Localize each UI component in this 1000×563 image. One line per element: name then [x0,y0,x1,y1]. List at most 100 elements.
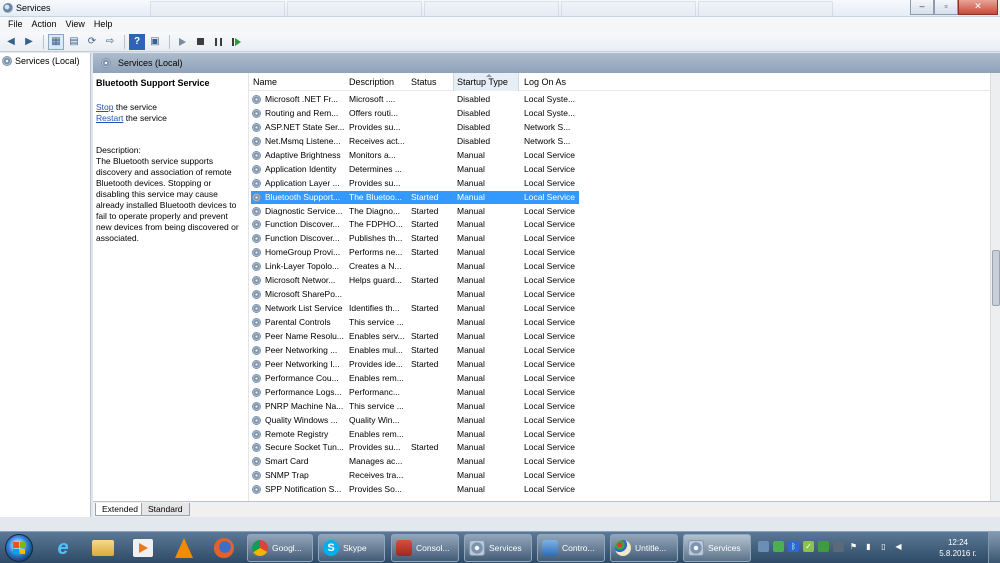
menu-help[interactable]: Help [90,17,118,32]
table-row[interactable]: Function Discover... The FDPHO... Started M… [249,218,991,232]
show-hide-console-tree-icon[interactable]: ▦ [48,33,64,50]
menu-view[interactable]: View [62,17,90,32]
stop-service-link[interactable]: Stop [96,102,114,112]
task-console[interactable]: Consol... [391,534,459,562]
table-row[interactable]: Quality Windows ... Quality Win... Manual L… [249,414,991,428]
export-list-icon[interactable]: ⇨ [102,34,118,50]
table-row[interactable]: Microsoft Networ... Helps guard... Started… [249,274,991,288]
table-row[interactable]: Microsoft SharePo... Manual Local Service [249,288,991,302]
task-skype[interactable]: S Skype [318,534,385,562]
shield-tray-icon[interactable] [818,541,829,552]
maximize-button[interactable]: ▫ [934,0,958,15]
cell-description: This service ... [349,400,404,411]
table-row[interactable]: SPP Notification S... Provides So... Manua… [249,483,991,497]
table-row[interactable]: Bluetooth Support... The Bluetoo... Starte… [249,190,991,205]
table-row[interactable]: Application Layer ... Provides su... Manua… [249,177,991,191]
task-control-panel[interactable]: Contro... [537,534,605,562]
cell-log-on-as: Local Service [524,330,576,341]
menu-file[interactable]: File [4,17,28,32]
table-row[interactable]: Function Discover... Publishes th... Start… [249,232,991,246]
file-explorer-icon[interactable] [86,535,120,561]
close-button[interactable]: ✕ [958,0,998,15]
network-tray-icon[interactable] [758,541,769,552]
scrollbar-thumb[interactable] [992,250,1000,306]
cell-startup-type: Disabled [457,121,491,132]
clock[interactable]: 12:24 5.8.2016 г. [938,537,978,559]
cell-description: Enables mul... [349,344,403,355]
help-icon[interactable]: ? [129,33,145,50]
cell-log-on-as: Local Service [524,191,576,202]
flag-tray-icon[interactable]: ⚑ [848,541,859,552]
monitor-tray-icon[interactable] [833,541,844,552]
vlc-icon[interactable] [167,535,201,561]
table-row[interactable]: Parental Controls This service ... Manual L… [249,316,991,330]
restart-service-button[interactable] [228,34,244,50]
cell-log-on-as: Network S... [524,135,571,146]
table-row[interactable]: Performance Logs... Performanc... Manual Lo… [249,386,991,400]
battery-tray-icon[interactable]: ▯ [878,541,889,552]
back-arrow-icon[interactable]: ◀ [3,34,19,50]
table-row[interactable]: PNRP Machine Na... This service ... Manual… [249,400,991,414]
task-chrome[interactable]: Googl... [247,534,313,562]
table-row[interactable]: Secure Socket Tun... Provides su... Starte… [249,441,991,455]
table-row[interactable]: Performance Cou... Enables rem... Manual Lo… [249,372,991,386]
firefox-icon[interactable] [207,535,241,561]
task-services[interactable]: Services [464,534,532,562]
restart-service-link[interactable]: Restart [96,113,123,123]
action-pane-icon[interactable]: ▣ [147,34,163,50]
table-row[interactable]: Application Identity Determines ... Manual… [249,163,991,177]
start-button[interactable] [5,534,33,562]
table-row[interactable]: Network List Service Identifies th... Star… [249,302,991,316]
tree-item-services-local[interactable]: Services (Local) [2,56,80,66]
pause-service-button[interactable] [210,34,226,50]
clock-date: 5.8.2016 г. [939,549,977,558]
signal-tray-icon[interactable]: ▮ [863,541,874,552]
table-row[interactable]: Smart Card Manages ac... Manual Local Servi… [249,455,991,469]
task-label: Consol... [416,543,450,553]
column-header-status[interactable]: Status [411,77,437,87]
vertical-scrollbar[interactable] [990,73,1000,501]
stop-service-button[interactable] [192,34,208,50]
tab-extended[interactable]: Extended [95,503,145,516]
show-desktop-button[interactable] [988,532,1000,563]
cell-log-on-as: Local Service [524,149,576,160]
forward-arrow-icon[interactable]: ▶ [21,34,37,50]
table-row[interactable]: Peer Networking ... Enables mul... Started… [249,344,991,358]
table-row[interactable]: Adaptive Brightness Monitors a... Manual Lo… [249,149,991,163]
refresh-icon[interactable]: ⟳ [84,34,100,50]
table-row[interactable]: Remote Registry Enables rem... Manual Local… [249,428,991,442]
table-row[interactable]: Routing and Rem... Offers routi... Disable… [249,107,991,121]
check-tray-icon[interactable]: ✓ [803,541,814,552]
bluetooth-tray-icon[interactable]: ᛒ [788,541,799,552]
menu-action[interactable]: Action [28,17,62,32]
toolbar-separator [43,34,44,49]
table-row[interactable]: HomeGroup Provi... Performs ne... Started M… [249,246,991,260]
cell-name: Microsoft .NET Fr... [265,94,339,104]
table-row[interactable]: Microsoft .NET Fr... Microsoft .... Disabl… [249,93,991,107]
properties-list-icon[interactable]: ▤ [66,34,82,50]
table-row[interactable]: Peer Networking I... Provides ide... Start… [249,358,991,372]
volume-tray-icon[interactable]: ◀ [893,541,904,552]
minimize-button[interactable]: – [910,0,934,15]
column-header-description[interactable]: Description [349,77,394,87]
main-panel: Services (Local) Bluetooth Support Servi… [93,53,1000,517]
table-row[interactable]: Link-Layer Topolo... Creates a N... Manual… [249,260,991,274]
table-row[interactable]: SNMP Trap Receives tra... Manual Local Serv… [249,469,991,483]
task-paint[interactable]: Untitle... [610,534,678,562]
green-tray-icon[interactable] [773,541,784,552]
media-player-icon[interactable] [126,535,160,561]
column-header-log-on-as[interactable]: Log On As [524,77,566,87]
background-tab [561,1,696,16]
column-header-name[interactable]: Name [253,77,277,87]
internet-explorer-icon[interactable]: e [46,535,80,561]
table-row[interactable]: Net.Msmq Listene... Receives act... Disabl… [249,135,991,149]
table-row[interactable]: ASP.NET State Ser... Provides su... Disabl… [249,121,991,135]
cell-startup-type: Manual [457,317,485,327]
cell-name: Parental Controls [265,317,331,327]
table-row[interactable]: Peer Name Resolu... Enables serv... Starte… [249,330,991,344]
main-header: Services (Local) [93,53,1000,73]
table-row[interactable]: Diagnostic Service... The Diagno... Starte… [249,205,991,219]
tab-standard[interactable]: Standard [141,503,190,516]
task-services-active[interactable]: Services [683,534,751,562]
start-service-button[interactable] [174,34,190,50]
